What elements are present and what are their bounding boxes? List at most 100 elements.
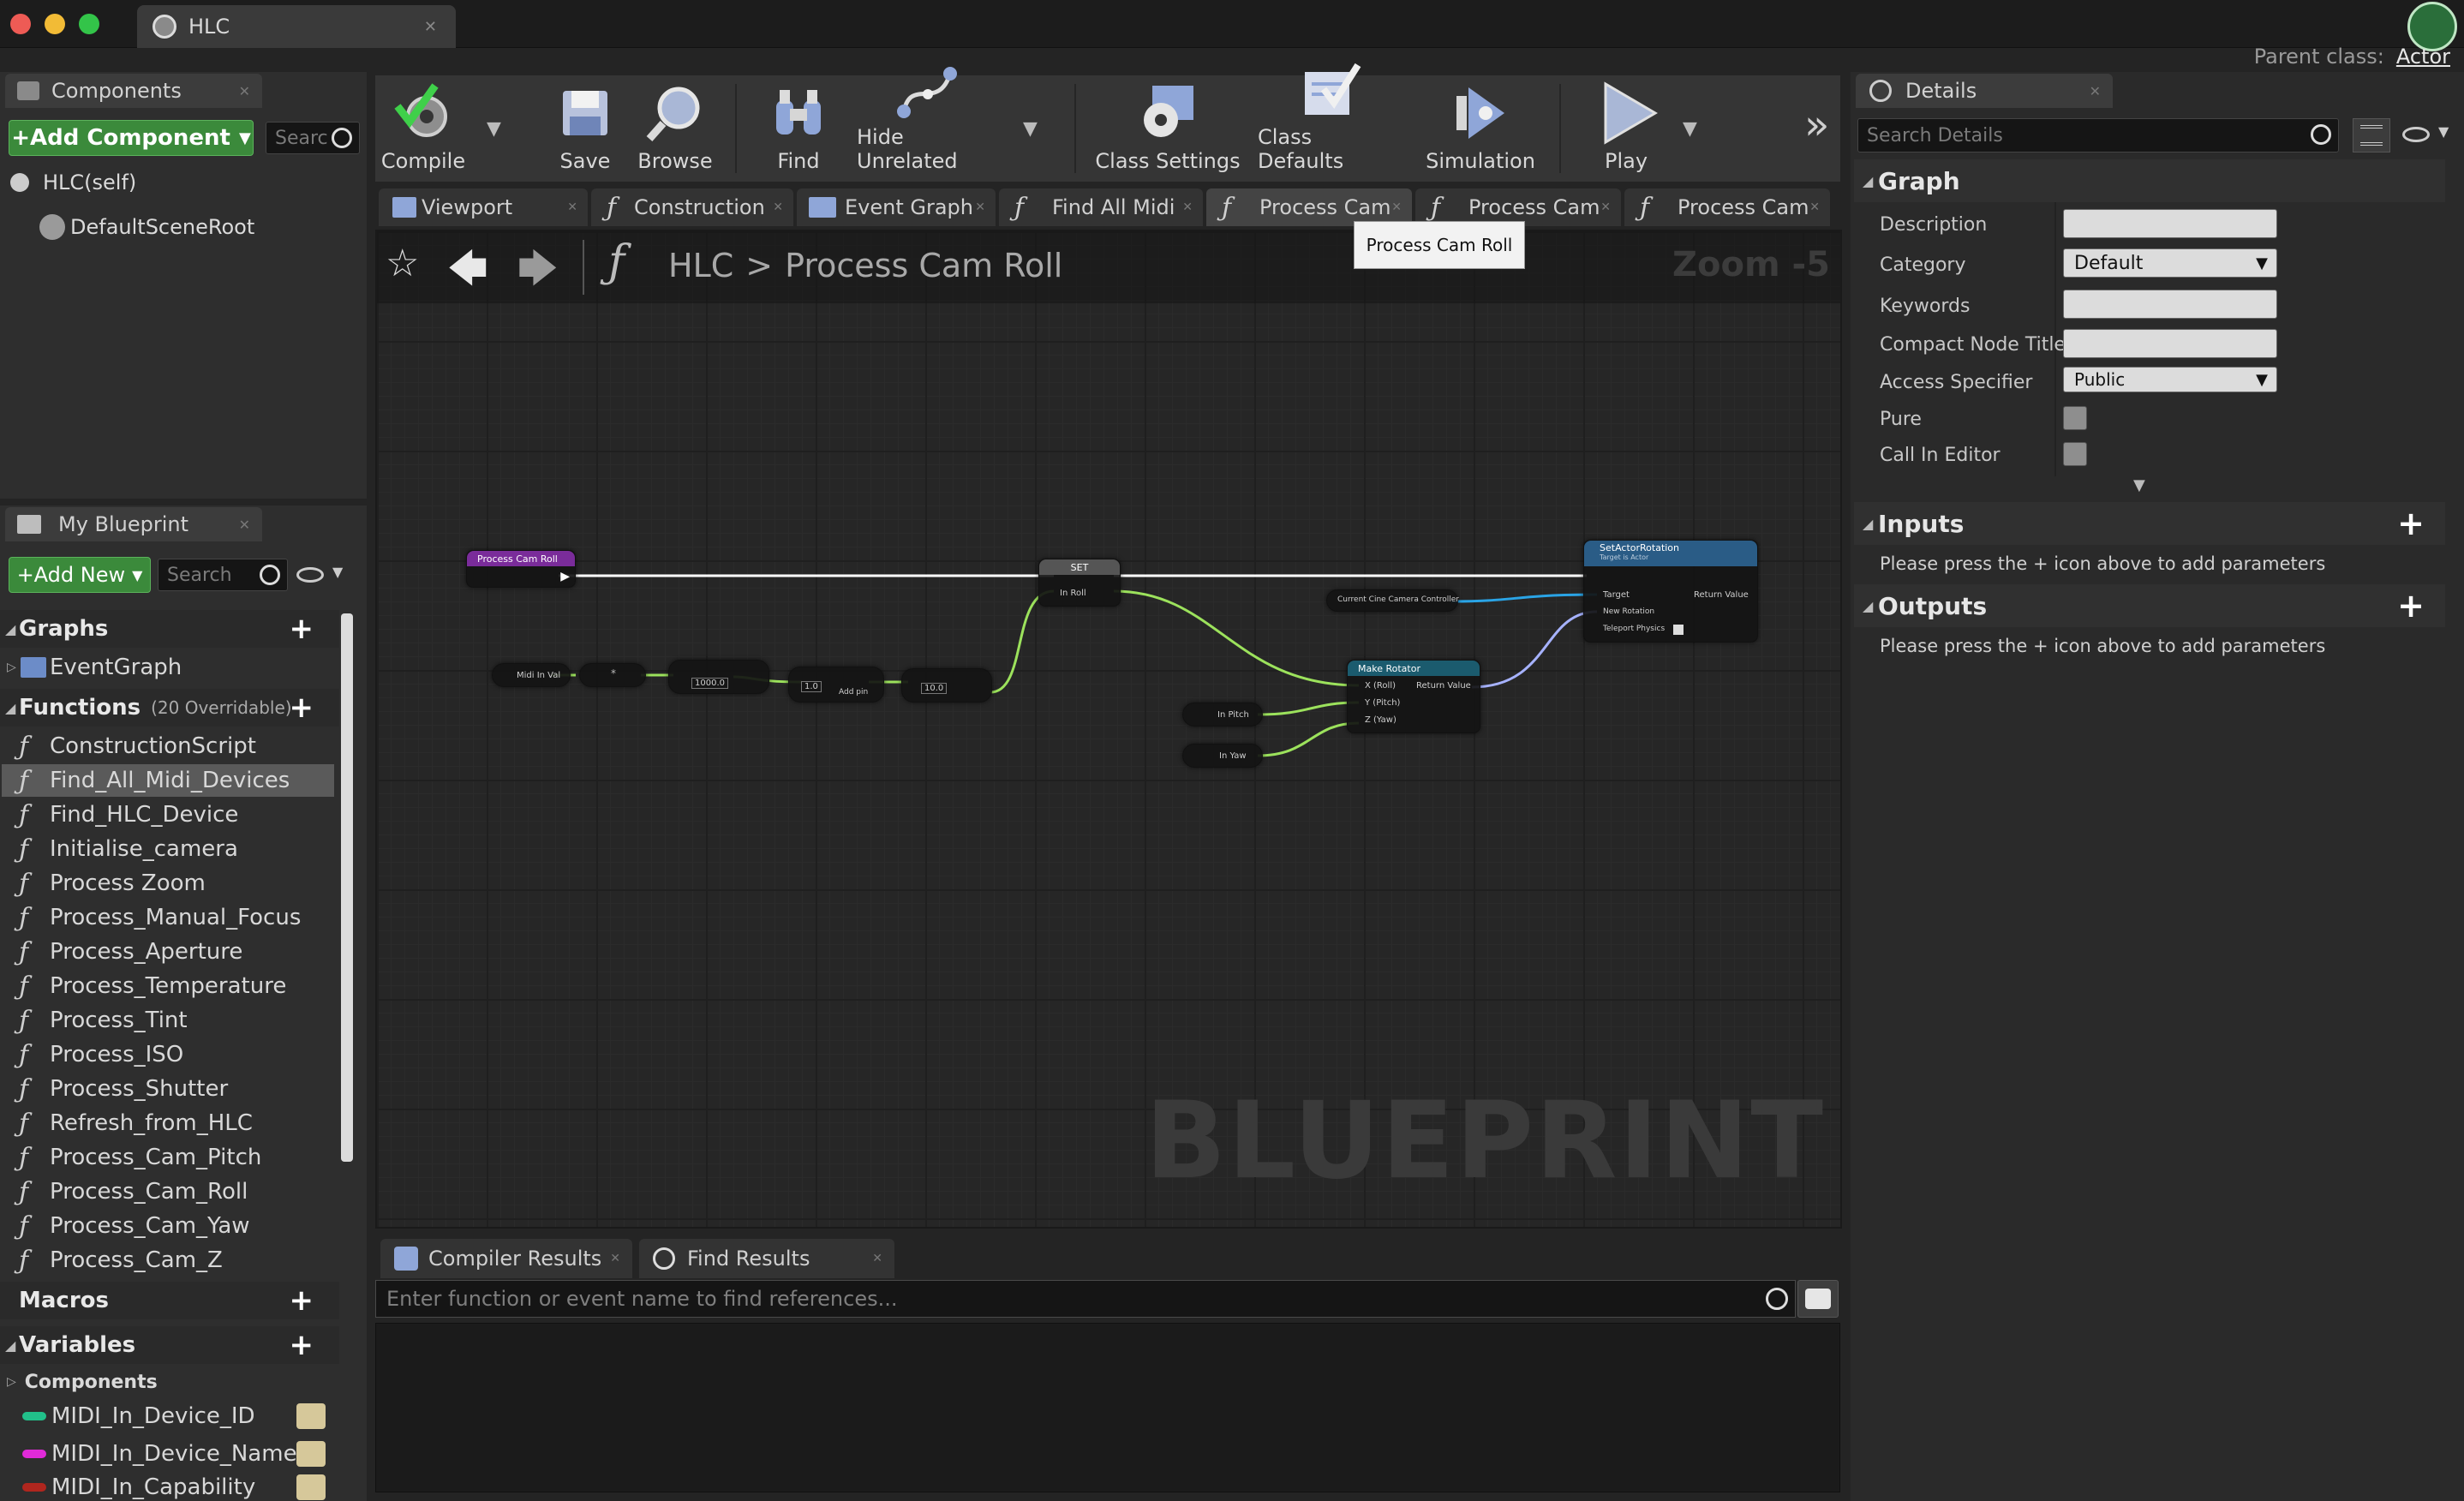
function-item[interactable]: ƒ Process_Shutter xyxy=(2,1073,334,1105)
inputs-category-header[interactable]: ◢ Inputs + xyxy=(1854,502,2445,545)
close-tab-icon[interactable]: ✕ xyxy=(567,200,577,214)
graphs-section-header[interactable]: ◢ Graphs + xyxy=(0,610,339,648)
add-node[interactable]: 1.0 Add pin xyxy=(788,667,884,703)
function-item[interactable]: ƒ Process_Cam_Z xyxy=(2,1244,334,1277)
minimize-window-button[interactable] xyxy=(45,14,65,34)
tab-process-cam-3[interactable]: ƒ Process Cam ✕ xyxy=(1624,188,1830,226)
variable-item[interactable]: MIDI_In_Device_ID xyxy=(2,1398,334,1434)
my-blueprint-tab[interactable]: My Blueprint ✕ xyxy=(5,507,262,541)
tab-find-all-midi[interactable]: ƒ Find All Midi ✕ xyxy=(999,188,1203,226)
play-button[interactable]: Play xyxy=(1575,75,1678,182)
parent-class-link[interactable]: Actor xyxy=(2396,45,2450,69)
eye-icon[interactable] xyxy=(296,1441,326,1467)
function-item[interactable]: ƒ Process_Temperature xyxy=(2,970,334,1002)
get-in-yaw-node[interactable]: In Yaw xyxy=(1182,744,1263,768)
add-variable-button[interactable]: + xyxy=(290,1328,314,1362)
function-item[interactable]: ƒ Process_Aperture xyxy=(2,936,334,968)
eye-icon[interactable] xyxy=(296,1474,326,1500)
add-function-button[interactable]: + xyxy=(290,691,314,725)
tab-compiler-results[interactable]: Compiler Results ✕ xyxy=(380,1239,632,1278)
access-specifier-select[interactable]: Public ▼ xyxy=(2063,367,2277,392)
add-output-button[interactable]: + xyxy=(2397,587,2425,625)
play-options-arrow[interactable]: ▼ xyxy=(1683,118,1697,140)
function-item[interactable]: ƒ ConstructionScript xyxy=(2,730,334,762)
close-tab-icon[interactable]: ✕ xyxy=(239,517,250,533)
variables-category-components[interactable]: ▷ Components xyxy=(7,1367,158,1396)
component-item-self[interactable]: HLC(self) xyxy=(10,168,136,197)
close-tab-icon[interactable]: ✕ xyxy=(2090,83,2101,99)
function-item[interactable]: ƒ Process_Cam_Roll xyxy=(2,1175,334,1208)
details-search-input[interactable]: Search Details xyxy=(1857,118,2339,152)
function-item[interactable]: ƒ Process_Cam_Yaw xyxy=(2,1210,334,1242)
close-tab-icon[interactable]: ✕ xyxy=(239,83,250,99)
function-item[interactable]: ƒ Process_Cam_Pitch xyxy=(2,1141,334,1174)
description-field[interactable] xyxy=(2063,209,2277,238)
teleport-physics-checkbox[interactable] xyxy=(1673,625,1684,635)
close-tab-icon[interactable]: ✕ xyxy=(424,18,437,36)
multiply-node[interactable]: * xyxy=(579,663,646,687)
close-tab-icon[interactable]: ✕ xyxy=(1391,200,1402,214)
find-references-input[interactable]: Enter function or event name to find ref… xyxy=(375,1280,1796,1318)
class-settings-button[interactable]: Class Settings xyxy=(1095,75,1241,182)
function-item[interactable]: ƒ Process_Tint xyxy=(2,1004,334,1037)
pure-checkbox[interactable] xyxy=(2063,406,2087,430)
simulation-button[interactable]: Simulation xyxy=(1420,75,1540,182)
function-item[interactable]: ƒ Initialise_camera xyxy=(2,833,334,865)
graph-item-eventgraph[interactable]: ▷ EventGraph xyxy=(2,651,334,684)
functions-section-header[interactable]: ◢ Functions (20 Overridable) + xyxy=(0,689,339,727)
add-graph-button[interactable]: + xyxy=(290,612,314,646)
close-tab-icon[interactable]: ✕ xyxy=(610,1252,620,1265)
component-item-defaultsceneroot[interactable]: DefaultSceneRoot xyxy=(39,212,254,242)
class-defaults-button[interactable]: Class Defaults xyxy=(1258,63,1403,182)
function-item[interactable]: ƒ Process_Manual_Focus xyxy=(2,901,334,934)
visibility-eye-dropdown[interactable]: ▼ xyxy=(296,562,351,588)
add-new-button[interactable]: +Add New ▼ xyxy=(9,557,151,593)
add-pin-label[interactable]: Add pin xyxy=(839,688,868,697)
add-component-button[interactable]: +Add Component ▼ xyxy=(9,120,254,156)
variable-item[interactable]: MIDI_In_Capability xyxy=(2,1474,334,1501)
functions-scrollbar[interactable] xyxy=(341,613,353,1162)
variable-item[interactable]: MIDI_In_Device_Name xyxy=(2,1436,334,1472)
get-midi-in-val-node[interactable]: Midi In Val xyxy=(492,663,571,687)
tab-viewport[interactable]: Viewport ✕ xyxy=(379,188,588,226)
divide-node-2[interactable]: 10.0 xyxy=(901,668,992,703)
advanced-expand-arrow[interactable]: ▼ xyxy=(2133,476,2145,494)
set-node[interactable]: SET In Roll xyxy=(1038,559,1121,607)
compile-options-arrow[interactable]: ▼ xyxy=(487,118,501,140)
details-visibility-dropdown[interactable]: ▼ xyxy=(2402,123,2457,149)
close-tab-icon[interactable]: ✕ xyxy=(773,200,783,214)
find-in-all-blueprints-button[interactable] xyxy=(1797,1280,1839,1318)
close-window-button[interactable] xyxy=(10,14,31,34)
function-item[interactable]: ƒ Process_ISO xyxy=(2,1038,334,1071)
make-rotator-node[interactable]: Make Rotator X (Roll) Return Value Y (Pi… xyxy=(1347,660,1480,733)
tab-event-graph[interactable]: Event Graph ✕ xyxy=(797,188,996,226)
exec-pin-icon[interactable]: ▶ xyxy=(560,570,570,583)
get-camera-controller-node[interactable]: Current Cine Camera Controller xyxy=(1326,589,1459,612)
function-entry-node[interactable]: Process Cam Roll ▶ xyxy=(466,550,576,588)
components-search-input[interactable]: Searc xyxy=(266,122,360,154)
keywords-field[interactable] xyxy=(2063,290,2277,319)
function-item[interactable]: ƒ Find_All_Midi_Devices xyxy=(2,764,334,797)
hide-unrelated-options-arrow[interactable]: ▼ xyxy=(1023,118,1038,140)
set-actor-rotation-node[interactable]: SetActorRotation Target is Actor Target … xyxy=(1583,540,1758,643)
macros-section-header[interactable]: Macros + xyxy=(0,1282,339,1319)
function-item[interactable]: ƒ Refresh_from_HLC xyxy=(2,1107,334,1139)
variables-section-header[interactable]: ◢ Variables + xyxy=(0,1326,339,1364)
blueprint-document-tab[interactable]: HLC ✕ xyxy=(137,5,456,48)
add-input-button[interactable]: + xyxy=(2397,505,2425,542)
close-tab-icon[interactable]: ✕ xyxy=(872,1252,882,1265)
function-item[interactable]: ƒ Find_HLC_Device xyxy=(2,798,334,831)
details-tab[interactable]: Details ✕ xyxy=(1856,74,2113,108)
maximize-window-button[interactable] xyxy=(79,14,99,34)
browse-button[interactable]: Browse xyxy=(632,75,718,182)
call-in-editor-checkbox[interactable] xyxy=(2063,442,2087,466)
components-tab[interactable]: Components ✕ xyxy=(5,74,262,108)
compact-node-title-field[interactable] xyxy=(2063,329,2277,358)
get-in-pitch-node[interactable]: In Pitch xyxy=(1182,703,1263,727)
hide-unrelated-button[interactable]: Hide Unrelated xyxy=(857,67,999,182)
graph-category-header[interactable]: ◢ Graph xyxy=(1854,159,2445,202)
divide-node[interactable]: 1000.0 xyxy=(668,660,769,694)
blueprint-graph-canvas[interactable]: ☆ 🡄 🡆 ƒ HLC > Process Cam Roll Zoom -5 P… xyxy=(375,230,1842,1229)
close-tab-icon[interactable]: ✕ xyxy=(1600,200,1611,214)
close-tab-icon[interactable]: ✕ xyxy=(975,200,985,214)
